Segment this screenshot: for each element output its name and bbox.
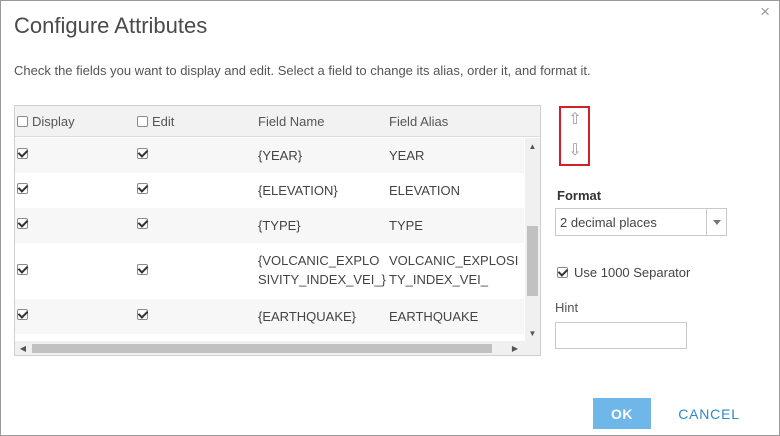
hint-label: Hint: [555, 300, 579, 315]
edit-checkbox[interactable]: [137, 183, 148, 194]
separator-option[interactable]: Use 1000 Separator: [557, 265, 690, 280]
horizontal-scrollbar[interactable]: ◀ ▶: [15, 341, 540, 355]
column-header-display-label: Display: [32, 114, 75, 129]
scroll-up-icon[interactable]: ▲: [525, 140, 540, 154]
scroll-left-icon[interactable]: ◀: [16, 341, 30, 355]
field-name-cell: {EARTHQUAKE}: [258, 309, 357, 324]
scroll-down-icon[interactable]: ▼: [525, 327, 540, 341]
column-header-display: Display: [17, 114, 75, 129]
column-header-field-name[interactable]: Field Name: [258, 114, 324, 129]
field-alias-cell: YEAR: [389, 148, 425, 163]
column-header-field-alias[interactable]: Field Alias: [389, 114, 448, 129]
table-row[interactable]: {EARTHQUAKE} EARTHQUAKE: [15, 299, 524, 334]
grid-rows: {YEAR} YEAR {ELEVATION} ELEVATION {TYPE}…: [15, 138, 524, 343]
edit-checkbox[interactable]: [137, 309, 148, 320]
column-header-edit-label: Edit: [152, 114, 175, 129]
format-select-value: 2 decimal places: [560, 215, 657, 230]
field-name-cell: {VOLCANIC_EXPLO SIVITY_INDEX_VEI_}: [258, 253, 386, 287]
fields-grid: Display Edit Field Name Field Alias {YEA…: [14, 105, 541, 356]
use-separator-checkbox[interactable]: [557, 267, 568, 278]
display-checkbox[interactable]: [17, 183, 28, 194]
table-row[interactable]: {ELEVATION} ELEVATION: [15, 173, 524, 208]
edit-checkbox[interactable]: [137, 148, 148, 159]
edit-all-checkbox[interactable]: [137, 116, 148, 127]
display-checkbox[interactable]: [17, 309, 28, 320]
field-name-cell: {TYPE}: [258, 218, 301, 233]
grid-header: Display Edit Field Name Field Alias: [15, 106, 540, 137]
close-icon[interactable]: ×: [760, 3, 770, 21]
display-all-checkbox[interactable]: [17, 116, 28, 127]
horizontal-scroll-thumb[interactable]: [32, 344, 492, 353]
display-checkbox[interactable]: [17, 218, 28, 229]
field-name-cell: {YEAR}: [258, 148, 303, 163]
chevron-down-icon[interactable]: [706, 209, 726, 235]
use-separator-label: Use 1000 Separator: [574, 265, 691, 280]
table-row[interactable]: {YEAR} YEAR: [15, 138, 524, 173]
instructions-text: Check the fields you want to display and…: [14, 63, 591, 78]
display-checkbox[interactable]: [17, 148, 28, 159]
move-down-icon[interactable]: ⇩: [567, 141, 583, 161]
field-alias-cell: TYPE: [389, 218, 423, 233]
vertical-scroll-thumb[interactable]: [527, 226, 538, 296]
ok-button[interactable]: OK: [593, 398, 651, 429]
field-alias-cell: EARTHQUAKE: [389, 309, 479, 324]
edit-checkbox[interactable]: [137, 218, 148, 229]
format-label: Format: [557, 188, 602, 203]
hint-input[interactable]: [555, 322, 687, 349]
display-checkbox[interactable]: [17, 264, 28, 275]
field-order-controls: ⇧ ⇩: [559, 106, 590, 166]
scroll-right-icon[interactable]: ▶: [508, 341, 522, 355]
vertical-scrollbar[interactable]: ▲ ▼: [525, 138, 540, 343]
table-row[interactable]: {TYPE} TYPE: [15, 208, 524, 243]
configure-attributes-dialog: Configure Attributes × Check the fields …: [0, 0, 780, 436]
field-alias-cell: VOLCANIC_EXPLOSI TY_INDEX_VEI_: [389, 253, 519, 287]
edit-checkbox[interactable]: [137, 264, 148, 275]
cancel-button[interactable]: CANCEL: [669, 398, 749, 429]
field-alias-cell: ELEVATION: [389, 183, 461, 198]
field-name-cell: {ELEVATION}: [258, 183, 338, 198]
dialog-title: Configure Attributes: [14, 13, 208, 38]
move-up-icon[interactable]: ⇧: [567, 110, 583, 130]
table-row[interactable]: {VOLCANIC_EXPLO SIVITY_INDEX_VEI_} VOLCA…: [15, 243, 524, 299]
format-select[interactable]: 2 decimal places: [555, 208, 727, 236]
scrollbar-corner: [524, 341, 540, 355]
column-header-edit: Edit: [137, 114, 174, 129]
